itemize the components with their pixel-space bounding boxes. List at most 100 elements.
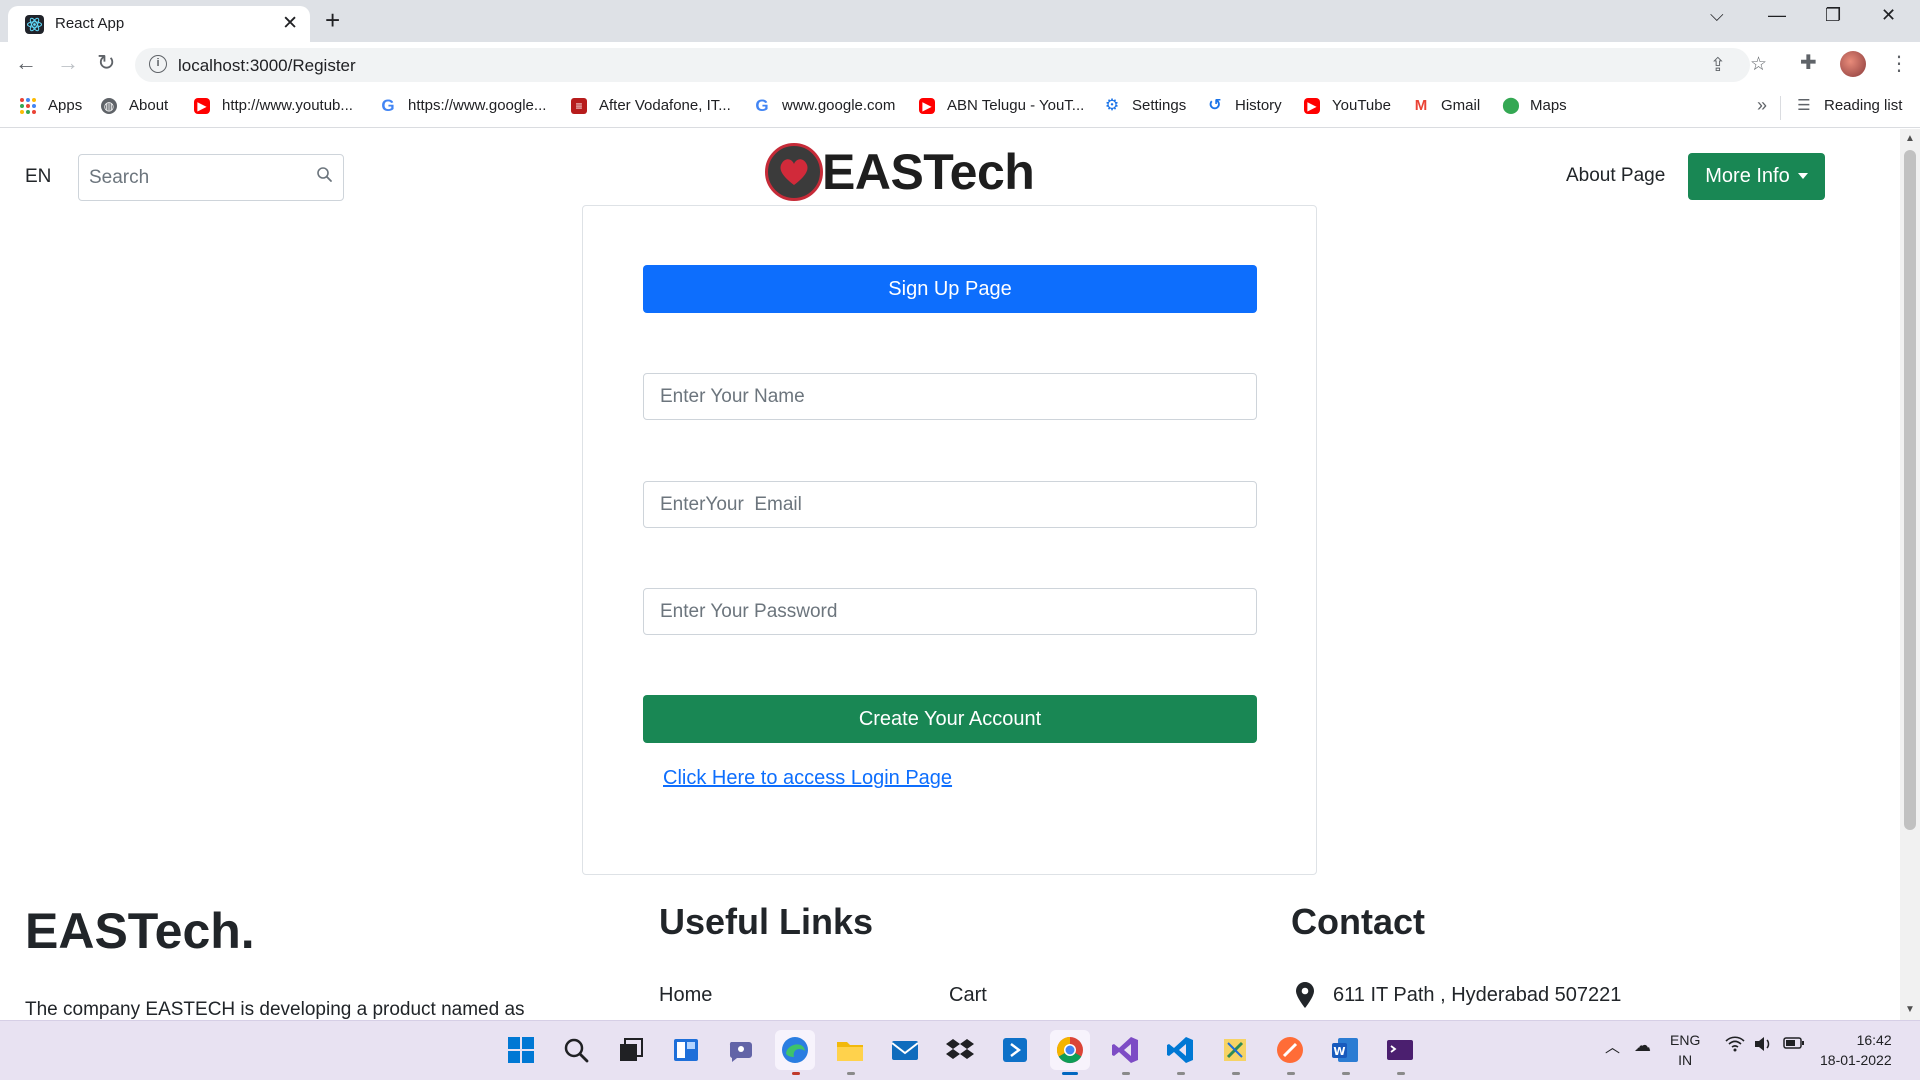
volume-icon[interactable] xyxy=(1753,1036,1773,1056)
password-field[interactable] xyxy=(643,588,1257,635)
back-arrow-icon[interactable]: ← xyxy=(15,50,37,76)
scroll-up-arrow-icon[interactable]: ▲ xyxy=(1905,133,1915,144)
onedrive-cloud-icon[interactable]: ☁ xyxy=(1634,1036,1651,1056)
file-explorer-icon[interactable] xyxy=(830,1030,870,1070)
word-running-indicator xyxy=(1342,1072,1350,1075)
vscode-icon[interactable] xyxy=(1160,1030,1200,1070)
tab-react-app[interactable]: React App ✕ xyxy=(8,6,310,42)
share-icon[interactable]: ⇪ xyxy=(1710,54,1726,77)
visual-studio-icon[interactable] xyxy=(1105,1030,1145,1070)
search-icon[interactable] xyxy=(315,165,335,185)
explorer-running-indicator xyxy=(847,1072,855,1075)
reload-icon[interactable]: ↻ xyxy=(97,50,115,76)
footer-link-cart[interactable]: Cart xyxy=(949,984,987,1007)
extensions-puzzle-icon[interactable]: ✚ xyxy=(1800,50,1817,75)
bookmark-label: https://www.google... xyxy=(408,97,547,114)
language-selector[interactable]: EN xyxy=(25,166,51,188)
bookmark-youtube-2[interactable]: ▶ YouTube xyxy=(1304,97,1391,114)
search-taskbar-icon[interactable] xyxy=(556,1030,596,1070)
restore-icon[interactable]: ❐ xyxy=(1825,5,1841,26)
url-text[interactable]: localhost:3000/Register xyxy=(178,56,356,76)
scroll-down-arrow-icon[interactable]: ▼ xyxy=(1905,1004,1915,1015)
bookmark-label: http://www.youtub... xyxy=(222,97,353,114)
history-icon: ↺ xyxy=(1208,96,1222,114)
contact-heading: Contact xyxy=(1291,901,1425,942)
footer-brand: EASTech. xyxy=(25,903,255,959)
maps-icon: ⬤ xyxy=(1502,96,1520,114)
reading-list-icon: ☰ xyxy=(1797,96,1811,114)
globe-icon: ◍ xyxy=(101,97,117,114)
bookmark-youtube-1[interactable]: ▶ http://www.youtub... xyxy=(194,97,353,114)
clock-date: 18-01-2022 xyxy=(1820,1052,1892,1068)
tab-close-icon[interactable]: ✕ xyxy=(282,12,298,35)
gmail-icon: M xyxy=(1414,96,1428,114)
bookmark-maps[interactable]: ⬤ Maps xyxy=(1502,97,1567,114)
profile-avatar[interactable] xyxy=(1840,51,1866,77)
sticky-tools-icon[interactable] xyxy=(1215,1030,1255,1070)
about-page-link[interactable]: About Page xyxy=(1566,165,1665,187)
react-favicon-icon xyxy=(25,15,44,34)
terminal-icon[interactable] xyxy=(1380,1030,1420,1070)
more-bookmarks-chevron-icon[interactable]: » xyxy=(1757,95,1767,116)
wifi-icon[interactable] xyxy=(1725,1036,1745,1056)
tab-search-chevron-icon[interactable]: ⌵ xyxy=(1710,5,1724,26)
tray-overflow-chevron-icon[interactable]: ︿ xyxy=(1605,1036,1620,1057)
bookmark-history[interactable]: ↺ History xyxy=(1207,96,1282,114)
browser-menu-icon[interactable]: ⋮ xyxy=(1889,51,1909,76)
tab-strip: React App ✕ + ⌵ — ❐ ✕ xyxy=(0,0,1920,42)
bookmark-vodafone[interactable]: ≡ After Vodafone, IT... xyxy=(571,97,731,114)
name-field[interactable] xyxy=(643,373,1257,420)
news-icon: ≡ xyxy=(571,97,587,114)
brand-logo[interactable] xyxy=(765,143,823,201)
bookmark-label: Maps xyxy=(1530,97,1567,114)
input-language-indicator[interactable]: ENG IN xyxy=(1670,1030,1700,1070)
dropbox-icon[interactable] xyxy=(940,1030,980,1070)
postman-icon[interactable] xyxy=(1270,1030,1310,1070)
task-view-icon[interactable] xyxy=(611,1030,651,1070)
teams-chat-icon[interactable] xyxy=(721,1030,761,1070)
scrollbar-thumb[interactable] xyxy=(1904,150,1916,830)
window-close-icon[interactable]: ✕ xyxy=(1881,5,1896,26)
address-bar[interactable]: i localhost:3000/Register ⇪ ☆ xyxy=(135,48,1767,82)
chrome-icon[interactable] xyxy=(1050,1030,1090,1070)
email-field[interactable] xyxy=(643,481,1257,528)
bookmark-label: History xyxy=(1235,97,1282,114)
reading-list-label: Reading list xyxy=(1824,97,1903,114)
system-clock[interactable]: 16:42 18-01-2022 xyxy=(1820,1030,1892,1070)
login-page-link[interactable]: Click Here to access Login Page xyxy=(663,767,952,790)
bookmark-label: YouTube xyxy=(1332,97,1391,114)
edge-running-indicator xyxy=(792,1072,800,1075)
more-info-label: More Info xyxy=(1705,165,1790,187)
new-tab-icon[interactable]: + xyxy=(325,5,340,36)
site-info-icon[interactable]: i xyxy=(149,55,167,73)
bookmark-google-1[interactable]: G https://www.google... xyxy=(380,97,547,115)
minimize-icon[interactable]: — xyxy=(1768,5,1786,26)
mail-icon[interactable] xyxy=(885,1030,925,1070)
more-info-button[interactable]: More Info xyxy=(1688,153,1825,200)
footer-link-home[interactable]: Home xyxy=(659,984,712,1007)
footer-description: The company EASTECH is developing a prod… xyxy=(25,999,525,1020)
apps-grid-icon xyxy=(20,97,36,114)
bookmark-label: ABN Telugu - YouT... xyxy=(947,97,1085,114)
windows-start-icon[interactable] xyxy=(501,1030,541,1070)
forward-arrow-icon[interactable]: → xyxy=(57,50,79,76)
bookmark-about[interactable]: ◍ About xyxy=(101,97,168,114)
bookmark-apps[interactable]: Apps xyxy=(20,97,82,114)
powershell-icon[interactable] xyxy=(995,1030,1035,1070)
word-icon[interactable]: W xyxy=(1325,1030,1365,1070)
reading-list-button[interactable]: ☰ Reading list xyxy=(1796,97,1902,114)
bookmark-settings[interactable]: ⚙ Settings xyxy=(1104,97,1186,114)
search-input[interactable] xyxy=(89,167,299,189)
widgets-icon[interactable] xyxy=(666,1030,706,1070)
bookmark-star-icon[interactable]: ☆ xyxy=(1750,53,1767,76)
create-account-button[interactable]: Create Your Account xyxy=(643,695,1257,743)
bookmark-google-2[interactable]: G www.google.com xyxy=(754,97,895,115)
youtube-icon: ▶ xyxy=(194,97,210,114)
bookmark-gmail[interactable]: M Gmail xyxy=(1413,97,1480,114)
bookmark-label: Gmail xyxy=(1441,97,1481,114)
sign-up-page-button[interactable]: Sign Up Page xyxy=(643,265,1257,313)
battery-icon[interactable] xyxy=(1783,1036,1805,1054)
bookmark-abn-telugu[interactable]: ▶ ABN Telugu - YouT... xyxy=(919,97,1084,114)
brand-name[interactable]: EASTech xyxy=(822,143,1035,201)
edge-dev-icon[interactable] xyxy=(775,1030,815,1070)
